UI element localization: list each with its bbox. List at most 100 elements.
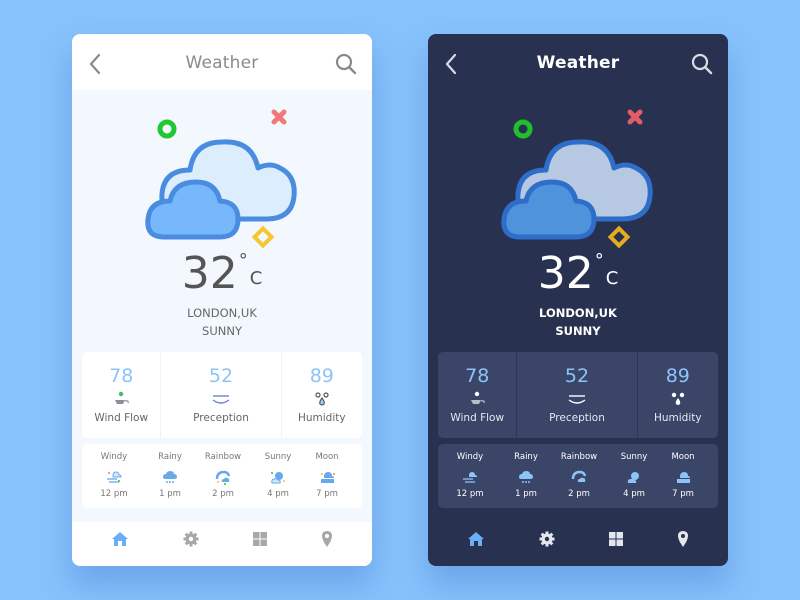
forecast-item-moon[interactable]: Moon 7 pm <box>302 444 352 508</box>
forecast-name: Windy <box>100 452 128 462</box>
home-icon[interactable] <box>111 530 129 548</box>
stat-label: Preception <box>549 412 605 424</box>
cloudy-icon <box>501 109 653 249</box>
forecast-item-rainy[interactable]: Rainy 1 pm <box>501 444 551 508</box>
stat-humidity[interactable]: 89 Humidity <box>280 352 362 438</box>
windy-cloud-icon <box>463 472 477 483</box>
weather-screen-light: Weather 32°C LONDON,UK SUNNY 78 Wind Flo… <box>72 34 372 566</box>
forecast-time: 7 pm <box>316 489 338 499</box>
forecast-name: Rainbow <box>560 452 598 462</box>
gear-icon[interactable] <box>182 530 200 548</box>
header: Weather <box>72 34 372 90</box>
search-icon[interactable] <box>334 52 358 76</box>
stat-value: 78 <box>109 365 134 387</box>
bottom-nav <box>428 522 728 566</box>
stat-label: Humidity <box>297 412 346 424</box>
forecast-item-sunny[interactable]: Sunny 4 pm <box>609 444 659 508</box>
forecast-time: 12 pm <box>100 489 128 499</box>
stat-preception[interactable]: 52 Preception <box>160 352 280 438</box>
stat-wind-flow[interactable]: 78 Wind Flow <box>438 352 516 438</box>
stat-value: 89 <box>665 365 690 387</box>
grid-icon[interactable] <box>251 530 269 548</box>
wind-icon <box>115 391 130 404</box>
location-label: LONDON,UK <box>539 306 617 320</box>
condition-label: SUNNY <box>555 324 601 338</box>
degree-symbol: ° <box>238 250 248 271</box>
hourly-forecast: Windy 12 pm Rainy 1 pm Rainbow 2 pm Sunn… <box>438 444 718 508</box>
stat-value: 52 <box>208 365 234 387</box>
sun-cloud-icon <box>627 472 639 483</box>
rain-cloud-icon <box>163 471 177 483</box>
weather-screen-dark: Weather 32°C LONDON,UK SUNNY 78 Wind Flo… <box>428 34 728 566</box>
cloudy-icon <box>145 109 297 249</box>
gear-icon[interactable] <box>538 530 556 548</box>
temperature: 32°C <box>428 250 728 300</box>
forecast-item-rainy[interactable]: Rainy 1 pm <box>145 444 195 508</box>
search-icon[interactable] <box>690 52 714 76</box>
forecast-time: 4 pm <box>267 489 289 499</box>
stat-label: Preception <box>193 412 249 424</box>
rainbow-icon <box>215 470 231 485</box>
forecast-name: Moon <box>315 452 339 462</box>
forecast-name: Sunny <box>620 452 648 462</box>
forecast-name: Rainy <box>158 452 182 462</box>
forecast-item-moon[interactable]: Moon 7 pm <box>658 444 708 508</box>
forecast-item-windy[interactable]: Windy 12 pm <box>445 444 495 508</box>
forecast-item-rainbow[interactable]: Rainbow 2 pm <box>198 444 248 508</box>
forecast-time: 7 pm <box>672 489 694 499</box>
stat-value: 89 <box>309 365 334 387</box>
hourly-forecast: Windy 12 pm Rainy 1 pm Rainbow 2 pm Sunn… <box>82 444 362 508</box>
forecast-name: Moon <box>671 452 695 462</box>
stat-humidity[interactable]: 89 Humidity <box>636 352 718 438</box>
forecast-name: Sunny <box>264 452 292 462</box>
stats-panel: 78 Wind Flow 52 Preception 89 Humidity <box>82 352 362 438</box>
grid-icon[interactable] <box>607 530 625 548</box>
forecast-name: Rainbow <box>204 452 242 462</box>
map-pin-icon[interactable] <box>318 530 336 548</box>
header: Weather <box>428 34 728 90</box>
forecast-name: Rainy <box>514 452 538 462</box>
forecast-item-rainbow[interactable]: Rainbow 2 pm <box>554 444 604 508</box>
forecast-time: 2 pm <box>212 489 234 499</box>
page-title: Weather <box>536 53 620 73</box>
droplets-icon <box>671 392 684 405</box>
map-pin-icon[interactable] <box>674 530 692 548</box>
home-icon[interactable] <box>467 530 485 548</box>
degree-symbol: ° <box>594 250 604 271</box>
sun-cloud-icon <box>271 472 285 484</box>
temperature-value: 32 <box>181 248 238 299</box>
moon-cloud-icon <box>321 472 335 483</box>
forecast-time: 2 pm <box>568 489 590 499</box>
forecast-item-sunny[interactable]: Sunny 4 pm <box>253 444 303 508</box>
temperature-unit: C <box>605 268 619 289</box>
rain-cloud-icon <box>519 471 533 483</box>
temperature-unit: C <box>249 268 263 289</box>
waves-icon <box>212 395 230 404</box>
content-area: 32°C LONDON,UK SUNNY 78 Wind Flow 52 Pre… <box>428 90 728 522</box>
moon-cloud-icon <box>677 472 690 483</box>
location-label: LONDON,UK <box>187 306 257 320</box>
forecast-name: Windy <box>456 452 484 462</box>
stat-label: Wind Flow <box>450 412 505 424</box>
windy-cloud-icon <box>107 471 122 483</box>
stat-label: Humidity <box>653 412 702 424</box>
stats-panel: 78 Wind Flow 52 Preception 89 Humidity <box>438 352 718 438</box>
stat-preception[interactable]: 52 Preception <box>516 352 636 438</box>
forecast-time: 12 pm <box>456 489 484 499</box>
waves-icon <box>568 395 586 404</box>
forecast-item-windy[interactable]: Windy 12 pm <box>89 444 139 508</box>
forecast-time: 1 pm <box>515 489 537 499</box>
temperature-value: 32 <box>537 248 594 299</box>
stat-wind-flow[interactable]: 78 Wind Flow <box>82 352 160 438</box>
temperature: 32°C <box>72 250 372 300</box>
stat-value: 78 <box>465 365 490 387</box>
forecast-time: 4 pm <box>623 489 645 499</box>
page-title: Weather <box>185 53 259 73</box>
condition-label: SUNNY <box>202 324 242 338</box>
bottom-nav <box>72 522 372 566</box>
wind-icon <box>471 391 486 404</box>
droplets-icon <box>315 392 329 406</box>
content-area: 32°C LONDON,UK SUNNY 78 Wind Flow 52 Pre… <box>72 90 372 522</box>
stat-value: 52 <box>564 365 590 387</box>
forecast-time: 1 pm <box>159 489 181 499</box>
